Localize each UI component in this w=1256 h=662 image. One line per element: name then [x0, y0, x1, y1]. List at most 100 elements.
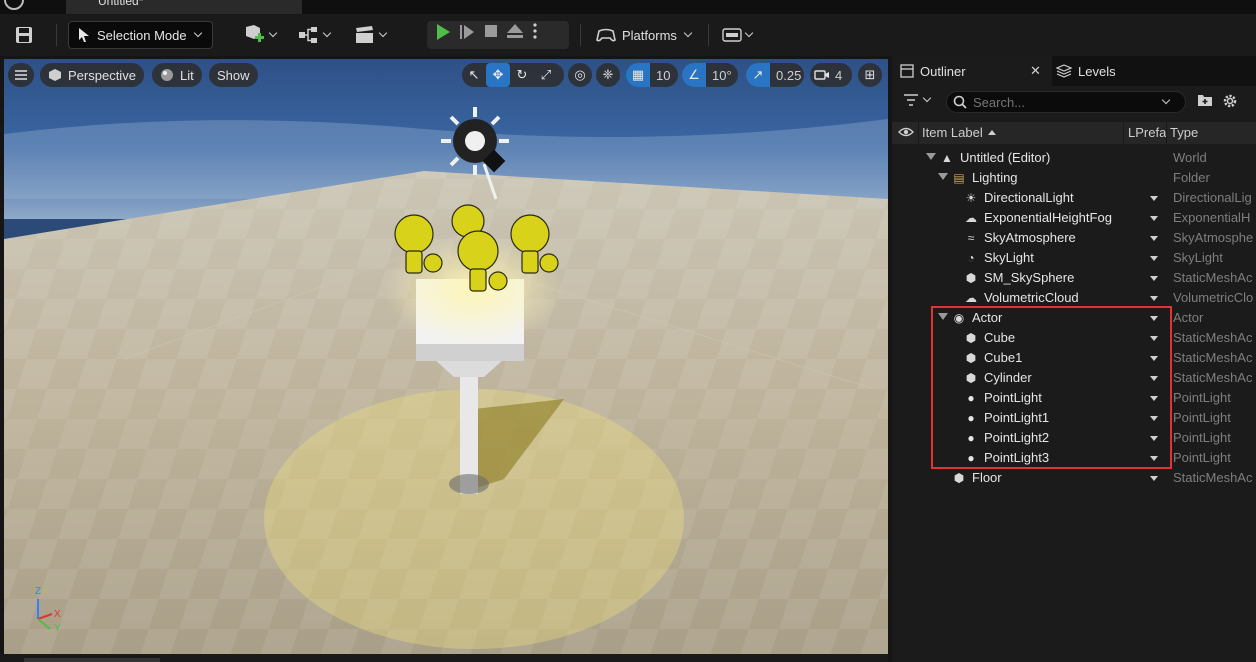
blueprint-button[interactable] [298, 21, 338, 49]
cloud-icon: ☁ [965, 291, 977, 305]
sort-ascending-icon [988, 130, 996, 135]
tab-levels[interactable]: Levels [1056, 56, 1156, 86]
row-dropdown-icon[interactable] [1150, 416, 1158, 421]
axis-label-y: Y [54, 623, 61, 634]
perspective-button[interactable]: Perspective [40, 63, 144, 87]
row-dropdown-icon[interactable] [1150, 456, 1158, 461]
scale-snap-control[interactable]: ↗ 0.25 [746, 63, 804, 87]
outliner-row[interactable]: ▲ Untitled (Editor) World [892, 148, 1256, 168]
outliner-row[interactable]: ● PointLight3 PointLight [892, 448, 1256, 468]
more-options-button[interactable] [527, 23, 543, 47]
row-dropdown-icon[interactable] [1150, 436, 1158, 441]
column-item-label[interactable]: Item Label [922, 125, 983, 140]
scale-snap-icon: ↗ [746, 63, 770, 87]
eye-icon[interactable] [898, 125, 914, 142]
select-tool-icon[interactable]: ↖ [462, 63, 486, 87]
outliner-row[interactable]: ☀ DirectionalLight DirectionalLig [892, 188, 1256, 208]
outliner-row[interactable]: ⬢ Cube1 StaticMeshAc [892, 348, 1256, 368]
skylight-icon: ◔ [967, 251, 975, 265]
outliner-row[interactable]: ☁ VolumetricCloud VolumetricClo [892, 288, 1256, 308]
outliner-row[interactable]: ● PointLight1 PointLight [892, 408, 1256, 428]
expand-arrow-icon[interactable] [938, 173, 948, 180]
row-dropdown-icon[interactable] [1150, 316, 1158, 321]
document-tab[interactable]: Untitled* [66, 0, 302, 14]
viewport-menu-button[interactable] [8, 63, 34, 87]
row-dropdown-icon[interactable] [1150, 376, 1158, 381]
row-dropdown-icon[interactable] [1150, 476, 1158, 481]
expand-arrow-icon[interactable] [926, 153, 936, 160]
row-dropdown-icon[interactable] [1150, 296, 1158, 301]
save-icon [16, 27, 32, 43]
outliner-row-type: StaticMeshAc [1173, 270, 1253, 285]
expand-arrow-icon[interactable] [938, 313, 948, 320]
row-dropdown-icon[interactable] [1150, 256, 1158, 261]
world-local-toggle[interactable]: ◎ [568, 63, 592, 87]
row-dropdown-icon[interactable] [1150, 216, 1158, 221]
outliner-row-type: DirectionalLig [1173, 190, 1252, 205]
close-icon[interactable]: ✕ [1030, 63, 1041, 79]
outliner-row[interactable]: ◔ SkyLight SkyLight [892, 248, 1256, 268]
outliner-row[interactable]: ⬢ Cylinder StaticMeshAc [892, 368, 1256, 388]
grid-snap-control[interactable]: ▦ 10 [626, 63, 678, 87]
viewport-layout-button[interactable]: ⊞ [858, 63, 882, 87]
filter-button[interactable] [904, 93, 932, 106]
row-dropdown-icon[interactable] [1150, 196, 1158, 201]
row-dropdown-icon[interactable] [1150, 396, 1158, 401]
rotation-snap-control[interactable]: ∠ 10° [682, 63, 738, 87]
scale-tool-icon[interactable]: ⤢ [534, 63, 558, 87]
save-button[interactable] [14, 21, 40, 49]
row-dropdown-icon[interactable] [1150, 336, 1158, 341]
outliner-row-label: DirectionalLight [984, 190, 1074, 205]
rotation-snap-value: 10° [712, 67, 732, 83]
platforms-dropdown[interactable]: Platforms [596, 21, 696, 49]
selection-mode-dropdown[interactable]: Selection Mode [68, 21, 213, 49]
show-button[interactable]: Show [209, 63, 258, 87]
outliner-settings-button[interactable] [1222, 93, 1238, 112]
play-button[interactable] [431, 23, 455, 47]
add-actor-button[interactable] [242, 21, 282, 49]
tab-outliner[interactable]: Outliner ✕ [892, 56, 1052, 86]
outliner-row-label: Floor [972, 470, 1002, 485]
cinematics-button[interactable] [354, 21, 394, 49]
outliner-row[interactable]: ● PointLight2 PointLight [892, 428, 1256, 448]
translate-tool-icon[interactable]: ✥ [486, 63, 510, 87]
outliner-row[interactable]: ⬢ Cube StaticMeshAc [892, 328, 1256, 348]
row-dropdown-icon[interactable] [1150, 236, 1158, 241]
column-lprefab[interactable]: LPrefa [1128, 125, 1166, 140]
mesh-icon: ⬢ [965, 331, 977, 345]
outliner-row[interactable]: ◉ Actor Actor [892, 308, 1256, 328]
step-button[interactable] [455, 23, 479, 47]
outliner-row[interactable]: ⬢ SM_SkySphere StaticMeshAc [892, 268, 1256, 288]
outliner-row[interactable]: ☁ ExponentialHeightFog ExponentialH [892, 208, 1256, 228]
unreal-logo-icon[interactable] [4, 0, 24, 10]
outliner-row-type: PointLight [1173, 450, 1231, 465]
search-input[interactable] [973, 94, 1163, 110]
step-icon [460, 25, 474, 39]
level-viewport[interactable]: Z X Y Perspective Lit Show ↖ ✥ ↻ ⤢ ◎ ❈ ▦ 10 [4, 59, 888, 654]
row-dropdown-icon[interactable] [1150, 276, 1158, 281]
column-type[interactable]: Type [1170, 125, 1198, 140]
column-divider [918, 122, 919, 144]
bottom-tab[interactable] [24, 658, 160, 662]
play-icon [437, 24, 450, 40]
outliner-row-type: World [1173, 150, 1207, 165]
rotate-tool-icon[interactable]: ↻ [510, 63, 534, 87]
camera-speed-control[interactable]: 4 [810, 63, 852, 87]
stop-button[interactable] [479, 23, 503, 47]
outliner-row[interactable]: ▤ Lighting Folder [892, 168, 1256, 188]
outliner-search-box [946, 91, 1186, 113]
chevron-down-icon [378, 28, 388, 38]
eject-button[interactable] [503, 23, 527, 47]
outliner-tree: ▲ Untitled (Editor) World ▤ Lighting Folder ☀ D… [892, 148, 1256, 488]
lit-button[interactable]: Lit [152, 63, 202, 87]
outliner-row-label: PointLight2 [984, 430, 1050, 445]
row-dropdown-icon[interactable] [1150, 356, 1158, 361]
outliner-row[interactable]: ≈ SkyAtmosphere SkyAtmosphe [892, 228, 1256, 248]
outliner-row[interactable]: ● PointLight PointLight [892, 388, 1256, 408]
settings-button[interactable] [722, 21, 762, 49]
tab-outliner-label: Outliner [920, 63, 966, 79]
surface-snap-toggle[interactable]: ❈ [596, 63, 620, 87]
chevron-down-icon[interactable] [1161, 95, 1171, 105]
add-folder-button[interactable] [1197, 93, 1213, 110]
outliner-row[interactable]: ⬢ Floor StaticMeshAc [892, 468, 1256, 488]
